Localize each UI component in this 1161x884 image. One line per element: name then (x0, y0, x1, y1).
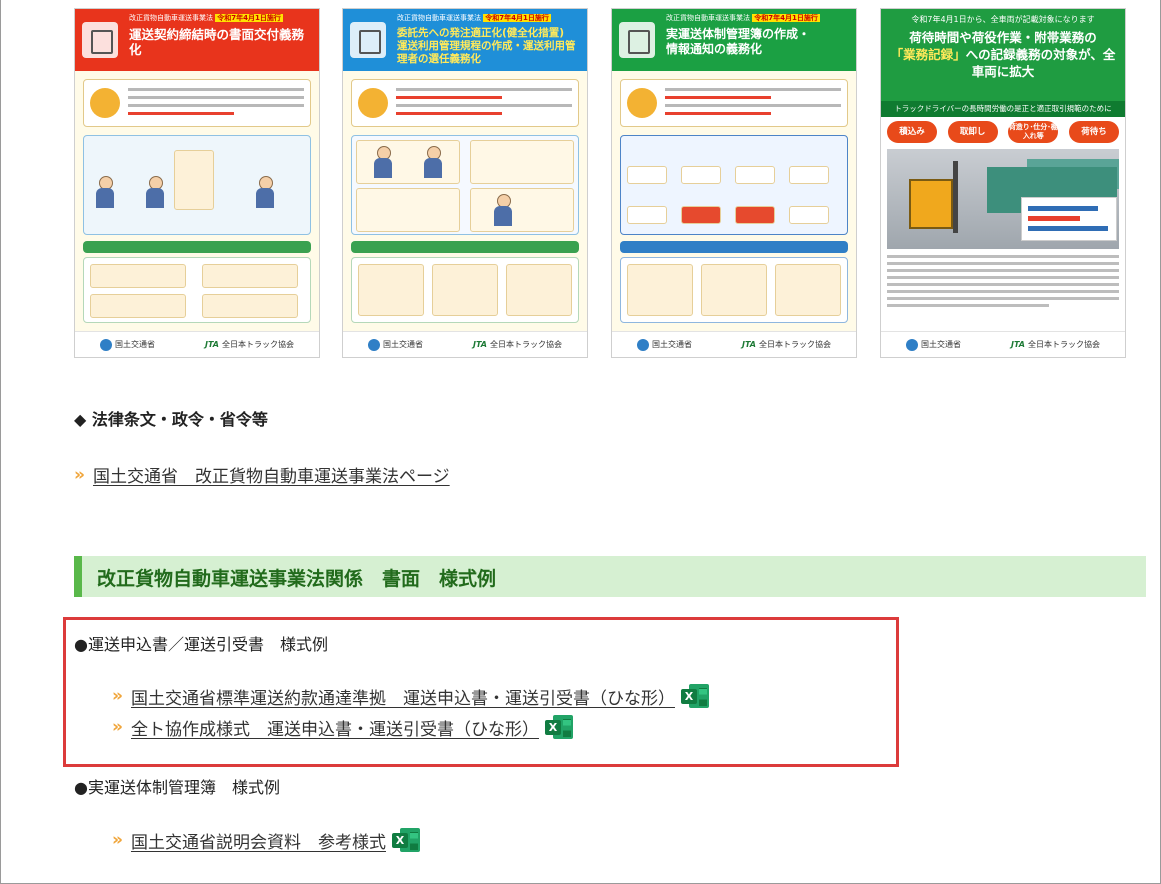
jta-logo: JTA 全日本トラック協会 (741, 340, 831, 349)
pill-packing: 荷造り･仕分･棚入れ等 (1008, 121, 1059, 143)
link-row: » 国土交通省標準運送約款通達準拠 運送申込書・運送引受書（ひな形） X (112, 682, 709, 710)
poster-footer: 国土交通省 JTA 全日本トラック協会 (343, 331, 587, 357)
pill-loading: 積込み (887, 121, 937, 143)
mlit-logo: 国土交通省 (367, 338, 423, 351)
poster-illustration (351, 79, 579, 329)
poster-header: 改正貨物自動車運送事業法 令和7年4月1日施行 実運送体制管理簿の作成・ 情報通知… (612, 9, 856, 71)
mlit-standard-form-link[interactable]: 国土交通省標準運送約款通達準拠 運送申込書・運送引受書（ひな形） (131, 684, 675, 709)
pill-unloading: 取卸し (947, 121, 998, 143)
poster-outsourcing-order[interactable]: 改正貨物自動車運送事業法 令和7年4月1日施行 委託先への発注適正化(健全化措置… (342, 8, 588, 358)
poster-actual-transport-register[interactable]: 改正貨物自動車運送事業法 令和7年4月1日施行 実運送体制管理簿の作成・ 情報通知… (611, 8, 857, 358)
poster-illustration (83, 79, 311, 329)
link-row: » 全ト協作成様式 運送申込書・運送引受書（ひな形） X (112, 713, 573, 741)
poster-header: 改正貨物自動車運送事業法 令和7年4月1日施行 委託先への発注適正化(健全化措置… (343, 9, 587, 71)
task-pills: 積込み 取卸し 荷造り･仕分･棚入れ等 荷待ち (887, 121, 1119, 143)
poster-header: 改正貨物自動車運送事業法 令和7年4月1日施行 運送契約締結時の書面交付義務化 (75, 9, 319, 71)
poster-kicker: 改正貨物自動車運送事業法 令和7年4月1日施行 (666, 14, 820, 22)
people-icon (612, 9, 662, 71)
group-heading-register: ●実運送体制管理簿 様式例 (74, 778, 280, 797)
jta-form-link[interactable]: 全ト協作成様式 運送申込書・運送引受書（ひな形） (131, 715, 539, 740)
section-heading: 改正貨物自動車運送事業法関係 書面 様式例 (74, 556, 1146, 597)
mlit-law-page-link[interactable]: 国土交通省 改正貨物自動車運送事業法ページ (93, 462, 450, 487)
mlit-logo: 国土交通省 (99, 338, 155, 351)
jta-logo: JTA 全日本トラック協会 (472, 340, 562, 349)
poster-title: 運送契約締結時の書面交付義務化 (129, 27, 305, 57)
poster-footer: 国土交通省 JTA 全日本トラック協会 (75, 331, 319, 357)
chevron-right-icon: » (74, 464, 85, 485)
poster-footer: 国土交通省 JTA 全日本トラック協会 (881, 331, 1125, 357)
poster-title: 荷待時間や荷役作業・附帯業務の 「業務記録」への記録義務の対象が、全車両に拡大 (890, 30, 1116, 79)
document-icon (75, 9, 125, 71)
poster-text-block (887, 255, 1119, 311)
poster-footer: 国土交通省 JTA 全日本トラック協会 (612, 331, 856, 357)
chevron-right-icon: » (112, 686, 123, 706)
excel-file-icon[interactable]: X (680, 682, 709, 710)
mlit-briefing-reference-link[interactable]: 国土交通省説明会資料 参考様式 (131, 828, 386, 853)
law-link-row: » 国土交通省 改正貨物自動車運送事業法ページ (74, 462, 450, 488)
poster-work-records[interactable]: 令和7年4月1日から、全車両が記載対象になります 荷待時間や荷役作業・附帯業務の… (880, 8, 1126, 358)
poster-title: 委託先への発注適正化(健全化措置) 運送利用管理規程の作成・運送利用管理者の選任義… (397, 27, 576, 65)
poster-kicker: 改正貨物自動車運送事業法 令和7年4月1日施行 (129, 14, 283, 22)
excel-file-icon[interactable]: X (391, 826, 420, 854)
jta-logo: JTA 全日本トラック協会 (1010, 340, 1100, 349)
group-heading-application-form: ●運送申込書／運送引受書 様式例 (74, 635, 328, 654)
chevron-right-icon: » (112, 830, 123, 850)
excel-file-icon[interactable]: X (544, 713, 573, 741)
mlit-logo: 国土交通省 (905, 338, 961, 351)
pill-waiting: 荷待ち (1068, 121, 1119, 143)
section-title: 改正貨物自動車運送事業法関係 書面 様式例 (97, 568, 497, 590)
poster-document-delivery[interactable]: 改正貨物自動車運送事業法 令和7年4月1日施行 運送契約締結時の書面交付義務化 … (74, 8, 320, 358)
forklift-photo (887, 149, 1119, 249)
poster-strip: トラックドライバーの長時間労働の是正と適正取引規範のために (881, 101, 1125, 117)
law-heading: ◆ 法律条文・政令・省令等 (74, 410, 268, 429)
handshake-icon (343, 9, 393, 71)
jta-logo: JTA 全日本トラック協会 (204, 340, 294, 349)
link-row: » 国土交通省説明会資料 参考様式 X (112, 826, 420, 854)
poster-kicker: 改正貨物自動車運送事業法 令和7年4月1日施行 (397, 14, 551, 22)
poster-title: 実運送体制管理簿の作成・ 情報通知の義務化 (666, 27, 811, 56)
chevron-right-icon: » (112, 717, 123, 737)
poster-header: 令和7年4月1日から、全車両が記載対象になります 荷待時間や荷役作業・附帯業務の… (881, 9, 1125, 101)
poster-subtitle: 令和7年4月1日から、全車両が記載対象になります (911, 15, 1095, 24)
poster-illustration (620, 79, 848, 329)
mlit-logo: 国土交通省 (636, 338, 692, 351)
